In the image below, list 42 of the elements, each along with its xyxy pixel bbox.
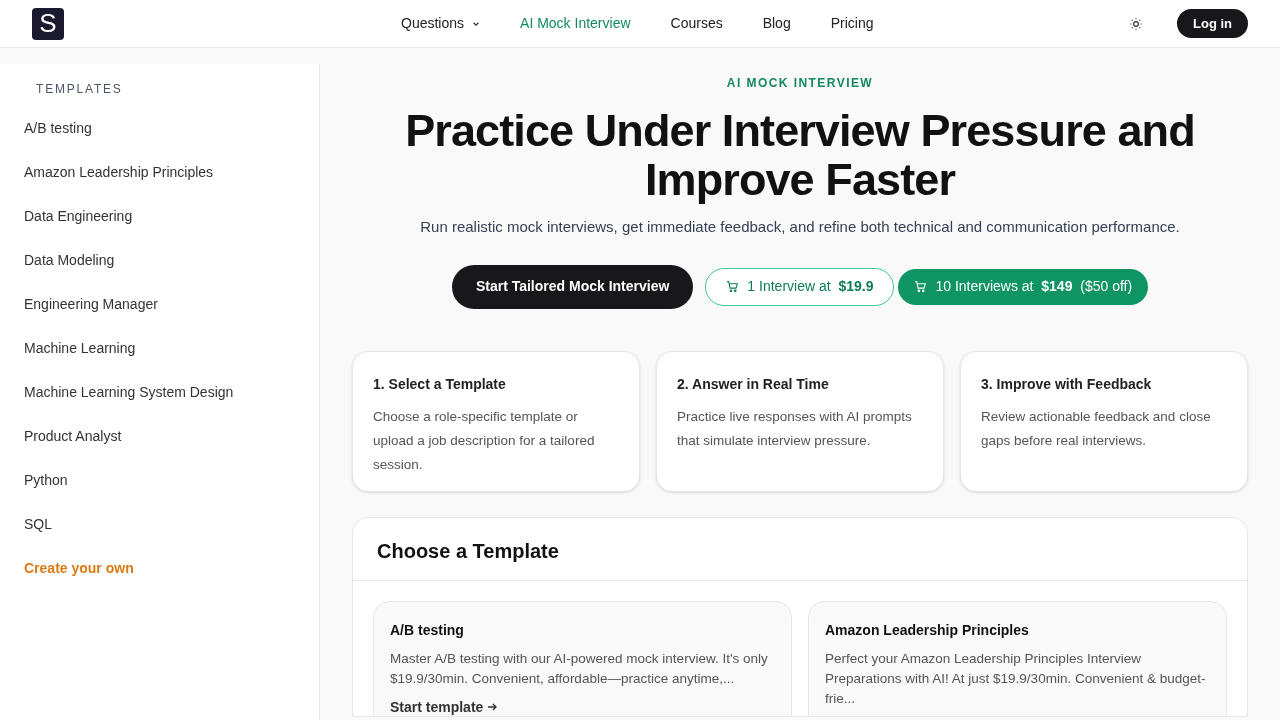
nav-link[interactable]: Courses [670,13,723,34]
sidebar-heading: TEMPLATES [36,81,124,98]
template-title: Amazon Leadership Principles [825,620,1030,640]
theme-toggle-icon[interactable] [1129,16,1143,31]
template-description: Perfect your Amazon Leadership Principles Interview Preparations with AI! At just $19.9/30min. Convenient & budget-frie... [825,649,1207,708]
nav-link[interactable]: AI Mock Interview [520,13,631,34]
section-heading: Choose a Template [353,517,1247,581]
start-interview-button[interactable]: Start Tailored Mock Interview [451,264,694,309]
nav-link[interactable]: Pricing [830,13,874,34]
sidebar-item[interactable]: Data Engineering [24,194,319,238]
template-card[interactable]: A/B testing Master A/B testing with our AI-powered mock interview. It's only $19.9/30min. Convenient, affordable—practice anytime,... Start template [373,600,792,716]
step-description: Review actionable feedback and close gaps before real interviews. [981,407,1212,450]
sidebar-item[interactable]: Machine Learning [24,326,319,370]
sidebar-item[interactable]: Product Analyst [24,414,319,458]
template-title: A/B testing [390,620,465,640]
cart-icon [914,280,928,293]
sidebar-item[interactable]: Data Modeling [24,238,319,282]
buy-bundle-button[interactable]: 10 Interviews at $149 ($50 off) [898,268,1149,305]
nav-link[interactable]: Questions [401,13,481,34]
sidebar-item[interactable]: A/B testing [24,106,319,150]
hero-title: Practice Under Interview Pressure and Improve Faster [404,106,1196,204]
sidebar-item[interactable]: SQL [24,502,319,546]
arrow-right-icon [487,702,498,712]
nav-link[interactable]: Blog [762,13,791,34]
step-title: 2. Answer in Real Time [677,374,830,394]
step-title: 1. Select a Template [373,374,507,394]
eyebrow-label: AI MOCK INTERVIEW [726,75,874,92]
start-template-link[interactable]: Start template [390,696,498,716]
sidebar-item[interactable]: Machine Learning System Design [24,370,319,414]
step-description: Choose a role-specific template or upload a job description for a tailored session. [373,407,596,474]
sidebar-item[interactable]: Amazon Leadership Principles [24,150,319,194]
sidebar-item[interactable]: Engineering Manager [24,282,319,326]
cart-icon [726,280,740,293]
buy-single-button[interactable]: 1 Interview at $19.9 [705,267,895,306]
logo[interactable]: S [32,7,64,40]
step-title: 3. Improve with Feedback [981,374,1153,394]
hero-subtitle: Run realistic mock interviews, get immediate feedback, and refine both technical and communication performance. [420,217,1180,237]
sidebar-item[interactable]: Python [24,458,319,502]
template-description: Master A/B testing with our AI-powered mock interview. It's only $19.9/30min. Convenient, affordable—practice anytime,... [390,649,769,688]
step-description: Practice live responses with AI prompts that simulate interview pressure. [677,407,913,450]
template-card[interactable]: Amazon Leadership Principles Perfect your Amazon Leadership Principles Interview Preparations with AI! At just $19.9/30min. Convenient & budget-frie... [808,600,1227,716]
login-button[interactable]: Log in [1177,9,1248,38]
